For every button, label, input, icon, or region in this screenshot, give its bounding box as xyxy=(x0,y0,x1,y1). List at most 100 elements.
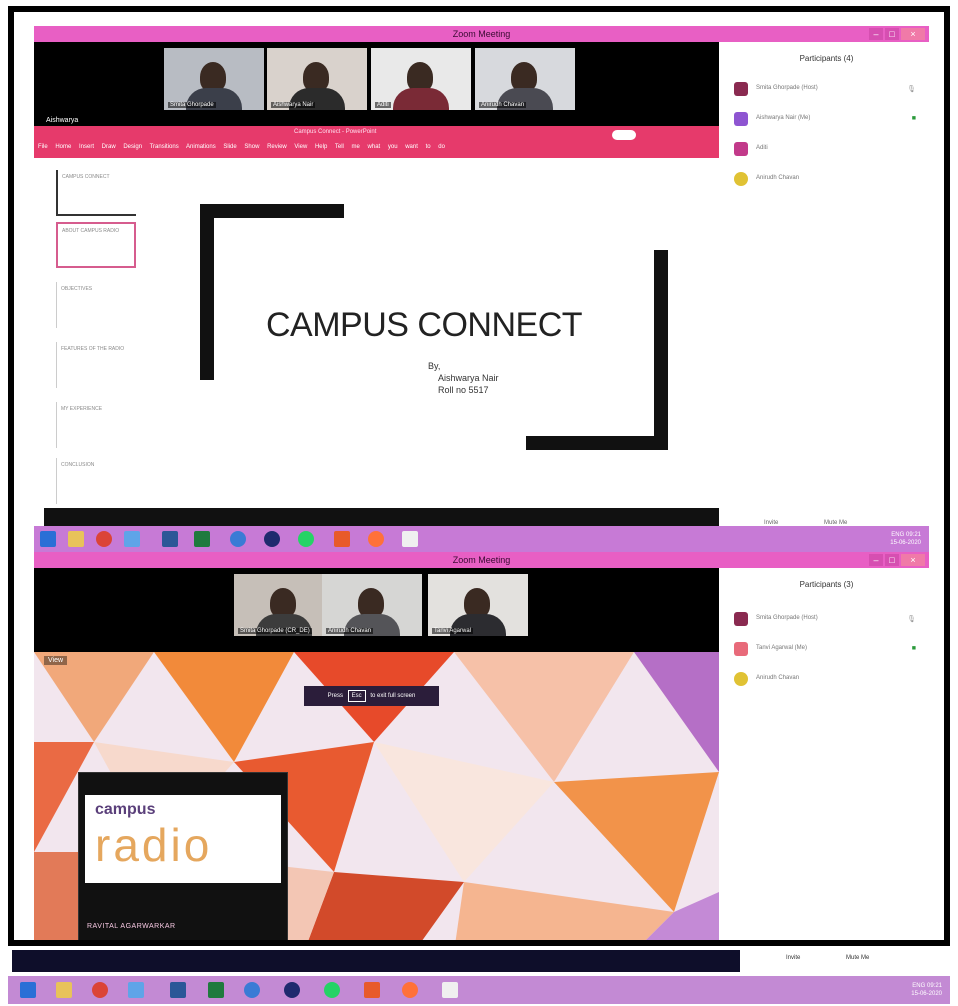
chrome-icon[interactable] xyxy=(96,531,112,547)
slide-thumbnail[interactable]: ABOUT CAMPUS RADIO xyxy=(56,222,136,268)
roll-number: Roll no 5517 xyxy=(438,385,489,395)
clock-date: 15-06-2020 xyxy=(890,540,921,546)
app-icon[interactable] xyxy=(264,531,280,547)
video-tile[interactable]: Anirudh Chavan xyxy=(322,574,422,636)
video-tile[interactable]: Aditi xyxy=(371,48,471,110)
excel-icon[interactable] xyxy=(208,982,224,998)
close-button[interactable]: × xyxy=(901,554,925,566)
participant-name: Aishwarya Nair (Me) xyxy=(756,115,811,121)
powerpoint-icon[interactable] xyxy=(170,982,186,998)
window-title: Zoom Meeting xyxy=(452,29,511,39)
bottom-status-strip: Invite Mute Me xyxy=(8,950,950,974)
language-indicator: ENG xyxy=(912,983,926,989)
participant-row[interactable]: Aditi xyxy=(734,142,924,158)
minimize-button[interactable]: – xyxy=(869,554,883,566)
screen-share-view: View Press Esc to exit full screen campu… xyxy=(34,652,719,940)
video-tile[interactable]: Smita Ghorpade (CR_DE) xyxy=(234,574,334,636)
mic-icon: 🎙 xyxy=(907,86,916,93)
whatsapp-icon[interactable] xyxy=(298,531,314,547)
file-explorer-icon[interactable] xyxy=(68,531,84,547)
view-options-button[interactable]: View xyxy=(44,656,68,665)
excel-icon[interactable] xyxy=(194,531,210,547)
presenter-name: RAVITAL AGARWARKAR xyxy=(87,923,176,930)
participant-row[interactable]: Anirudh Chavan xyxy=(734,172,924,188)
video-tile[interactable]: Tanvi Agarwal xyxy=(428,574,528,636)
firefox-icon[interactable] xyxy=(368,531,384,547)
participant-name: Smita Ghorpade (Host) xyxy=(756,615,818,621)
tile-name: Smita Ghorpade xyxy=(168,102,216,108)
office-icon[interactable] xyxy=(334,531,350,547)
participants-header: Participants (4) xyxy=(799,54,854,63)
video-tile[interactable]: Aishwarya Nair xyxy=(267,48,367,110)
windows-taskbar: ENG 09:21 15-06-2020 xyxy=(34,526,929,552)
slide-thumbnails: CAMPUS CONNECT ABOUT CAMPUS RADIO OBJECT… xyxy=(34,158,154,508)
tile-name: Aditi xyxy=(375,102,391,108)
browser-icon[interactable] xyxy=(230,531,246,547)
esc-key-label[interactable]: Esc xyxy=(347,690,366,702)
mic-icon: 🎙 xyxy=(907,616,916,623)
close-button[interactable]: × xyxy=(901,28,925,40)
fullscreen-hint-bar: Press Esc to exit full screen xyxy=(304,686,439,706)
screenshot-frame: Zoom Meeting – □ × Smita Ghorpade Aishwa… xyxy=(8,6,950,946)
video-strip: Smita Ghorpade (CR_DE) Anirudh Chavan Ta… xyxy=(34,568,719,652)
thumbnail-text: FEATURES OF THE RADIO xyxy=(61,346,125,352)
slide-title: CAMPUS CONNECT xyxy=(266,306,583,344)
zoom-icon[interactable] xyxy=(124,531,140,547)
slide-thumbnail[interactable]: CONCLUSION xyxy=(56,458,136,504)
share-footer-bar xyxy=(12,950,740,972)
notes-icon[interactable] xyxy=(442,982,458,998)
self-name-label: Aishwarya xyxy=(46,117,79,124)
tile-name: Anirudh Chavan xyxy=(326,628,374,634)
browser-icon[interactable] xyxy=(244,982,260,998)
toggle-switch[interactable] xyxy=(612,130,636,140)
participant-row[interactable]: Tanvi Agarwal (Me) ■ xyxy=(734,642,924,658)
thumbnail-text: OBJECTIVES xyxy=(61,286,93,292)
clock-time: 09:21 xyxy=(926,983,942,989)
video-tile[interactable]: Anirudh Chavan xyxy=(475,48,575,110)
by-label: By, xyxy=(428,361,441,371)
thumbnail-text: MY EXPERIENCE xyxy=(61,406,103,412)
thumbnail-text: CONCLUSION xyxy=(61,462,95,468)
app-icon[interactable] xyxy=(284,982,300,998)
slide-thumbnail[interactable]: CAMPUS CONNECT xyxy=(56,170,136,216)
maximize-button[interactable]: □ xyxy=(885,554,899,566)
hint-prefix: Press xyxy=(327,693,343,699)
logo-campus-text: campus xyxy=(95,801,156,818)
tile-name: Tanvi Agarwal xyxy=(432,628,474,634)
slide-thumbnail[interactable]: FEATURES OF THE RADIO xyxy=(56,342,136,388)
participant-row[interactable]: Aishwarya Nair (Me) ■ xyxy=(734,112,924,128)
video-icon: ■ xyxy=(911,115,916,122)
maximize-button[interactable]: □ xyxy=(885,28,899,40)
start-icon[interactable] xyxy=(40,531,56,547)
participant-row[interactable]: Anirudh Chavan xyxy=(734,672,924,688)
campus-radio-card: campus radio RAVITAL AGARWARKAR xyxy=(78,772,288,940)
firefox-icon[interactable] xyxy=(402,982,418,998)
slide-thumbnail[interactable]: MY EXPERIENCE xyxy=(56,402,136,448)
file-explorer-icon[interactable] xyxy=(56,982,72,998)
ribbon-tabs[interactable]: File Home Insert Draw Design Transitions… xyxy=(38,144,445,150)
bracket-bottom xyxy=(526,436,668,450)
slide-thumbnail[interactable]: OBJECTIVES xyxy=(56,282,136,328)
video-tile[interactable]: Smita Ghorpade xyxy=(164,48,264,110)
participant-row[interactable]: Smita Ghorpade (Host) 🎙 xyxy=(734,612,924,628)
participants-panel: Participants (3) Smita Ghorpade (Host) 🎙… xyxy=(724,568,929,940)
windows-taskbar: ENG 09:21 15-06-2020 xyxy=(8,976,950,1004)
chrome-icon[interactable] xyxy=(92,982,108,998)
invite-button[interactable]: Invite xyxy=(786,955,800,961)
whatsapp-icon[interactable] xyxy=(324,982,340,998)
start-icon[interactable] xyxy=(20,982,36,998)
tile-name: Smita Ghorpade (CR_DE) xyxy=(238,628,312,634)
mute-me-button[interactable]: Mute Me xyxy=(846,955,869,961)
system-clock[interactable]: ENG 09:21 15-06-2020 xyxy=(911,982,942,998)
system-clock[interactable]: ENG 09:21 15-06-2020 xyxy=(890,531,921,547)
hint-suffix: to exit full screen xyxy=(370,693,416,699)
zoom-window-top: Zoom Meeting – □ × Smita Ghorpade Aishwa… xyxy=(34,26,929,526)
zoom-icon[interactable] xyxy=(128,982,144,998)
powerpoint-icon[interactable] xyxy=(162,531,178,547)
notes-icon[interactable] xyxy=(402,531,418,547)
thumbnail-text: ABOUT CAMPUS RADIO xyxy=(62,228,120,234)
minimize-button[interactable]: – xyxy=(869,28,883,40)
office-icon[interactable] xyxy=(364,982,380,998)
title-bar: Zoom Meeting – □ × xyxy=(34,26,929,42)
participant-row[interactable]: Smita Ghorpade (Host) 🎙 xyxy=(734,82,924,98)
